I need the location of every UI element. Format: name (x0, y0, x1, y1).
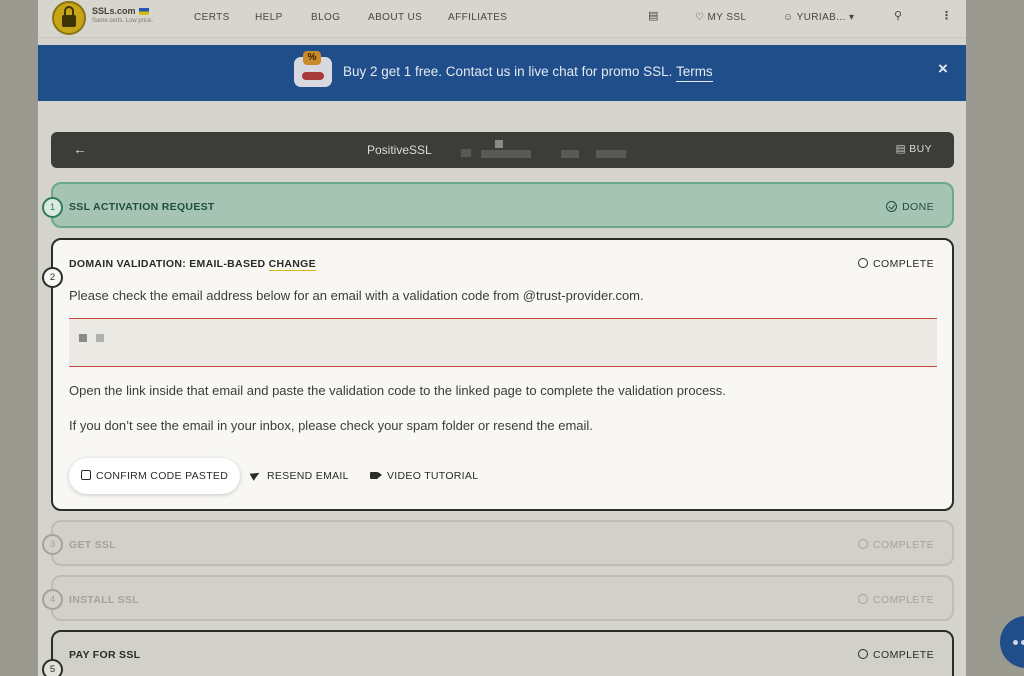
step-number: 2 (42, 267, 63, 288)
validation-intro-text: Please check the email address below for… (69, 288, 644, 303)
copy-icon (81, 470, 91, 480)
step-number: 1 (42, 197, 63, 218)
nav-my-ssl[interactable]: ♡ MY SSL (695, 12, 746, 23)
redacted-text (495, 140, 503, 148)
step-number: 5 (42, 659, 63, 676)
step-title: INSTALL SSL (69, 594, 139, 606)
promo-badge-icon (294, 51, 332, 87)
nav-blog[interactable]: BLOG (311, 12, 340, 23)
search-icon[interactable]: ⚲ (894, 9, 902, 22)
step-title: GET SSL (69, 539, 117, 551)
product-name: PositiveSSL (367, 143, 432, 157)
basket-icon[interactable]: ▤ (648, 9, 658, 22)
redacted-text (561, 150, 579, 158)
step-get-ssl[interactable]: 3 GET SSL COMPLETE (42, 520, 954, 566)
back-arrow-icon[interactable]: ← (73, 141, 87, 157)
buy-button[interactable]: ▤ BUY (896, 143, 932, 155)
redacted-text (461, 149, 471, 157)
redacted-text (79, 334, 87, 342)
step-status: COMPLETE (858, 539, 934, 551)
step-pay-for-ssl[interactable]: 5 PAY FOR SSL COMPLETE (42, 630, 954, 676)
user-icon: ☺ (783, 12, 797, 23)
nav-certs[interactable]: CERTS (194, 12, 230, 23)
confirm-code-pasted-button[interactable]: CONFIRM CODE PASTED (69, 458, 241, 494)
step-status: COMPLETE (858, 649, 934, 661)
check-circle-icon (886, 201, 898, 212)
step-domain-validation: 2 DOMAIN VALIDATION: EMAIL-BASED CHANGE … (42, 238, 954, 511)
step-status: DONE (886, 201, 934, 213)
send-icon (249, 469, 262, 481)
video-tutorial-button[interactable]: VIDEO TUTORIAL (370, 458, 478, 494)
promo-banner: Buy 2 get 1 free. Contact us in live cha… (38, 45, 966, 101)
logo-icon[interactable] (52, 1, 86, 35)
user-menu[interactable]: ☺ YURIAB... ▾ (783, 12, 854, 23)
chevron-down-icon: ▾ (845, 12, 855, 23)
video-icon (370, 472, 382, 479)
flag-icon (138, 8, 149, 16)
product-header-bar: ← PositiveSSL ▤ BUY (51, 132, 954, 168)
email-address-field (69, 318, 937, 367)
basket-icon: ▤ (895, 143, 910, 155)
more-menu-icon[interactable]: ⋮ (941, 9, 952, 22)
live-chat-icon[interactable] (1000, 616, 1024, 668)
promo-text: Buy 2 get 1 free. Contact us in live cha… (343, 64, 713, 82)
redacted-text (481, 150, 531, 158)
top-navbar: SSLs.com Same certs. Low price. CERTS HE… (38, 0, 966, 38)
close-icon[interactable]: × (938, 59, 948, 79)
nav-help[interactable]: HELP (255, 12, 283, 23)
validation-instructions-text: Open the link inside that email and past… (69, 383, 726, 398)
step-status: COMPLETE (858, 258, 934, 270)
step-title: DOMAIN VALIDATION: EMAIL-BASED CHANGE (69, 258, 316, 271)
resend-email-button[interactable]: RESEND EMAIL (249, 458, 349, 494)
step-number: 4 (42, 589, 63, 610)
step-title: PAY FOR SSL (69, 649, 141, 661)
promo-terms-link[interactable]: Terms (675, 64, 713, 82)
brand-tagline: Same certs. Low price. (92, 18, 154, 24)
brand-name[interactable]: SSLs.com (92, 6, 149, 16)
redacted-text (96, 334, 104, 342)
step-install-ssl[interactable]: 4 INSTALL SSL COMPLETE (42, 575, 954, 621)
heart-icon: ♡ (695, 12, 708, 23)
circle-icon (858, 649, 869, 659)
nav-affiliates[interactable]: AFFILIATES (448, 12, 507, 23)
spam-note-text: If you don’t see the email in your inbox… (69, 418, 593, 433)
nav-about-us[interactable]: ABOUT US (368, 12, 422, 23)
circle-icon (858, 258, 869, 268)
step-status: COMPLETE (858, 594, 934, 606)
circle-icon (858, 594, 869, 604)
change-method-link[interactable]: CHANGE (268, 258, 316, 271)
redacted-text (596, 150, 626, 158)
step-number: 3 (42, 534, 63, 555)
step-title: SSL ACTIVATION REQUEST (69, 201, 215, 213)
step-ssl-activation-request[interactable]: 1 SSL ACTIVATION REQUEST DONE (42, 182, 954, 228)
circle-icon (858, 539, 869, 549)
